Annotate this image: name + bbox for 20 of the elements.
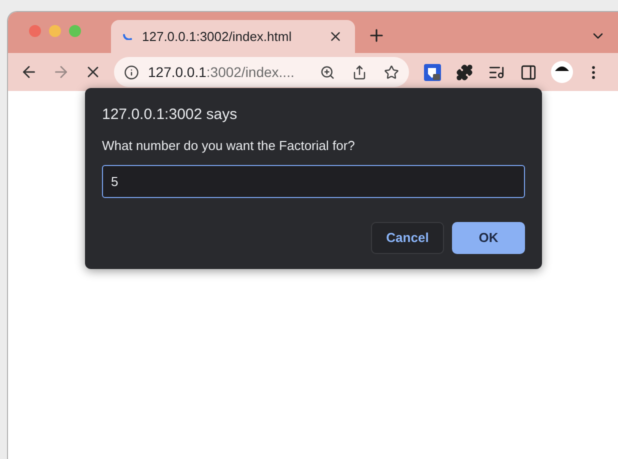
url-path: :3002/index.... [206,62,294,82]
input-field[interactable]: 5 [102,165,525,198]
site-info-icon[interactable] [124,64,139,80]
dialog-title: 127.0.0.1:3002 says [102,105,238,125]
ok-button[interactable]: OK [452,222,525,254]
share-icon[interactable] [352,64,367,80]
side-panel-icon[interactable] [520,64,537,80]
close-tab-icon[interactable] [328,29,343,44]
zoom-icon[interactable] [320,64,335,80]
extensions-puzzle-icon[interactable] [456,64,473,80]
dialog-message: What number do you want the Factorial for? [102,138,356,154]
address-bar[interactable]: 127.0.0.1:3002/index.... [114,57,409,87]
url-host: 127.0.0.1 [148,62,206,82]
cancel-button[interactable]: Cancel [371,222,444,254]
back-icon[interactable] [20,63,38,81]
browser-tab[interactable]: 127.0.0.1:3002/index.html [111,20,355,53]
profile-avatar-icon[interactable] [551,61,573,83]
bookmark-star-icon[interactable] [384,64,399,80]
extension-icon[interactable] [424,64,441,80]
tab-title: 127.0.0.1:3002/index.html [142,28,293,46]
